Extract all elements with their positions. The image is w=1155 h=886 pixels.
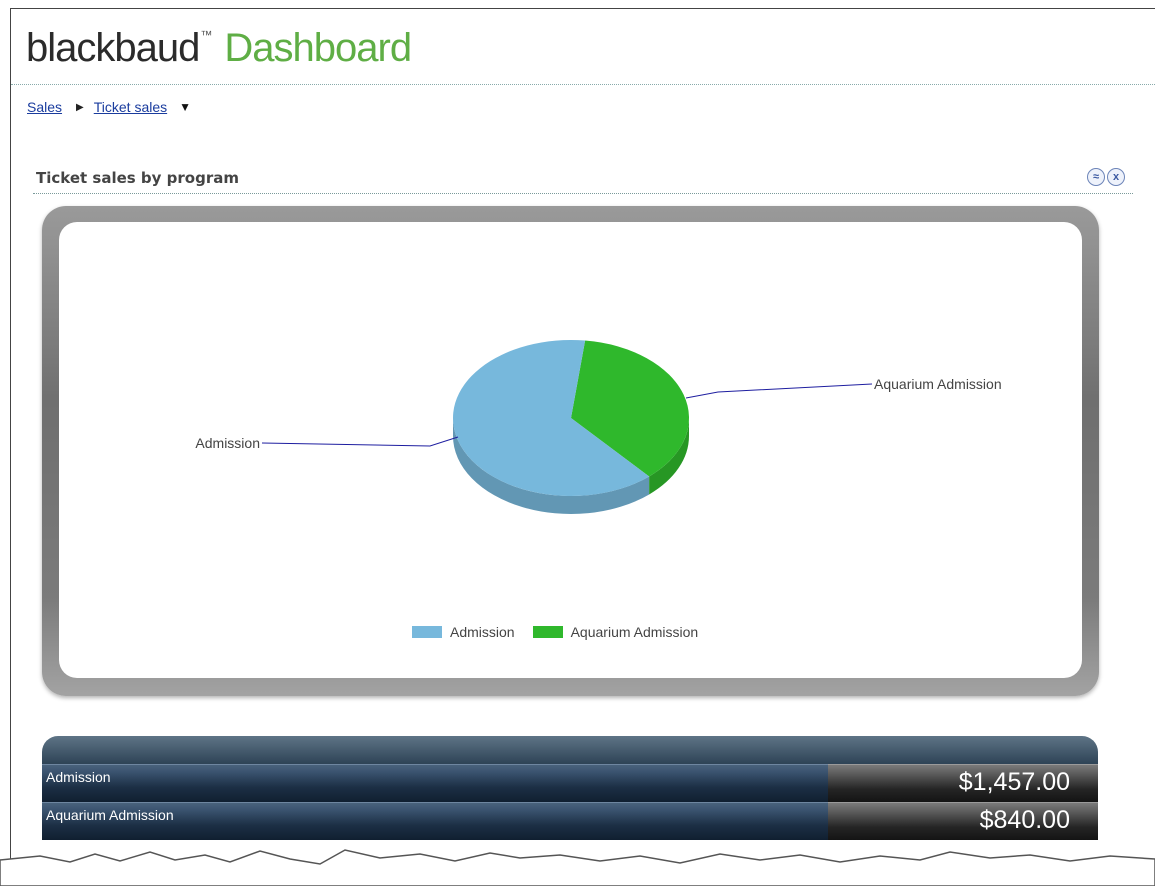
torn-edge — [0, 849, 1155, 886]
pie-label-aquarium-admission: Aquarium Admission — [874, 376, 1002, 392]
row-value: $1,457.00 — [828, 764, 1098, 802]
leader-line-aquarium-admission — [685, 383, 873, 399]
table-row: Aquarium Admission $840.00 — [42, 802, 1098, 840]
legend-label-admission: Admission — [450, 624, 515, 640]
legend-item-aquarium-admission: Aquarium Admission — [532, 624, 699, 640]
legend-swatch-aquarium-admission — [532, 626, 563, 638]
leader-line-admission — [261, 436, 459, 447]
row-label: Admission — [42, 764, 828, 802]
totals-table: Admission $1,457.00 Aquarium Admission $… — [42, 736, 1098, 840]
row-label: Aquarium Admission — [42, 802, 828, 840]
pie-label-admission: Admission — [195, 435, 260, 451]
row-value: $840.00 — [828, 802, 1098, 840]
chart-legend: Admission Aquarium Admission — [412, 624, 716, 640]
totals-table-header — [42, 736, 1098, 764]
legend-item-admission: Admission — [412, 624, 515, 640]
legend-swatch-admission — [412, 626, 442, 638]
torn-edge-shape — [0, 849, 1155, 886]
table-row: Admission $1,457.00 — [42, 764, 1098, 802]
legend-label-aquarium-admission: Aquarium Admission — [570, 624, 699, 640]
